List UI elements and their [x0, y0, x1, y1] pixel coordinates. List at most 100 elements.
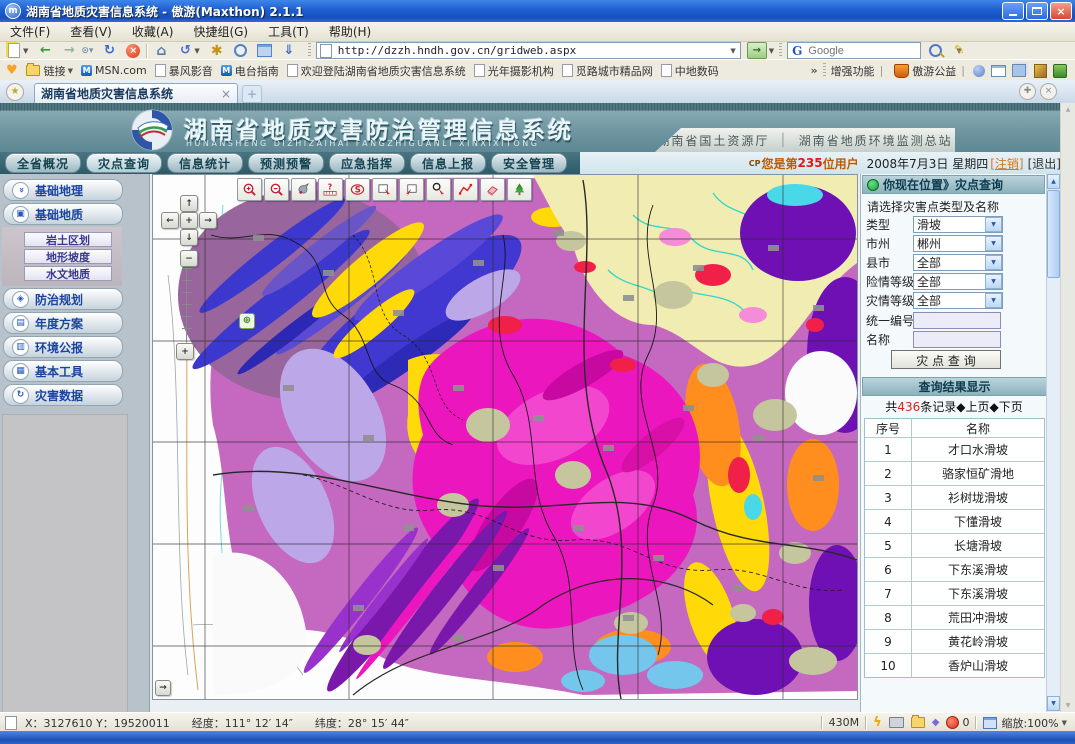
enhance-features-link[interactable]: 增强功能	[831, 63, 875, 79]
forward-icon[interactable]: →	[60, 43, 78, 58]
link-item[interactable]: 欢迎登陆湖南省地质灾害信息系统	[301, 63, 466, 79]
boost-lightning-icon[interactable]: ϟ	[873, 715, 882, 730]
sidebar-item-annual-plan[interactable]: ▤年度方案	[3, 312, 123, 334]
eraser-button[interactable]	[480, 178, 505, 201]
zoom-slider-track[interactable]	[182, 268, 192, 340]
tab-close-icon[interactable]: ×	[221, 87, 231, 101]
name-input[interactable]	[913, 331, 1001, 348]
nav-tab-emergency[interactable]: 应急指挥	[329, 153, 405, 173]
new-tab-ghost-button[interactable]: +	[242, 85, 262, 103]
menu-tools[interactable]: 工具(T)	[258, 21, 319, 42]
undo-dropdown-icon[interactable]: ▼	[194, 47, 199, 55]
zoom-box-button[interactable]	[426, 178, 451, 201]
scroll-up-button[interactable]: ▲	[1047, 174, 1060, 189]
tab-active[interactable]: 湖南省地质灾害信息系统 ×	[34, 83, 238, 104]
zoom-dropdown-icon[interactable]: ▼	[1062, 719, 1067, 727]
result-row[interactable]: 2骆家恒矿滑地	[865, 461, 1044, 485]
nav-tab-statistics[interactable]: 信息统计	[167, 153, 243, 173]
magic-wand-icon[interactable]: ✱	[208, 43, 226, 58]
pan-left-button[interactable]: ←	[161, 212, 179, 229]
favorites-star-button[interactable]: ★	[6, 83, 24, 101]
go-dropdown-icon[interactable]: ▼	[769, 47, 774, 55]
restore-button[interactable]	[1026, 2, 1048, 20]
plugin-icon[interactable]	[1053, 64, 1067, 78]
land-resources-link[interactable]: 湖南省国土资源厅	[657, 132, 769, 149]
result-row[interactable]: 9黄花岭滑坡	[865, 629, 1044, 653]
undo-icon[interactable]: ↺	[176, 43, 194, 58]
sidebar-item-environment-bulletin[interactable]: ▥环境公报	[3, 336, 123, 358]
menu-groups[interactable]: 快捷组(G)	[183, 21, 258, 42]
nav-tab-report[interactable]: 信息上报	[410, 153, 486, 173]
folder-icon[interactable]	[911, 717, 925, 728]
new-tab-icon[interactable]	[5, 43, 23, 58]
result-row[interactable]: 10香炉山滑坡	[865, 653, 1044, 677]
pan-right-button[interactable]: →	[199, 212, 217, 229]
menu-view[interactable]: 查看(V)	[60, 21, 122, 42]
popup-blocker-icon[interactable]	[946, 716, 959, 729]
go-button[interactable]: →	[747, 42, 767, 59]
zoom-slider-minus-button[interactable]: −	[180, 250, 198, 267]
links-overflow-icon[interactable]: »	[810, 64, 817, 77]
deselect-rect-button[interactable]	[399, 178, 424, 201]
next-page-link[interactable]: ◆下页	[989, 398, 1022, 415]
menu-favorites[interactable]: 收藏(A)	[122, 21, 184, 42]
groups-icon[interactable]	[256, 43, 274, 58]
type-select[interactable]: 滑坡▼	[913, 216, 1003, 233]
export-image-button[interactable]	[507, 178, 532, 201]
chevron-down-icon[interactable]: ▼	[985, 293, 1002, 308]
nav-tab-security[interactable]: 安全管理	[491, 153, 567, 173]
link-item[interactable]: 暴风影音	[169, 63, 213, 79]
chevron-down-icon[interactable]: ▼	[985, 217, 1002, 232]
scale-button[interactable]: S	[345, 178, 370, 201]
printer-icon[interactable]	[889, 717, 904, 728]
history-dropdown-icon[interactable]: ⊙▾	[78, 43, 96, 58]
chevron-down-icon[interactable]: ▼	[985, 236, 1002, 251]
search-icon[interactable]	[929, 44, 942, 57]
scrollbar-thumb[interactable]	[1047, 190, 1060, 278]
user-icon[interactable]	[973, 65, 985, 77]
sidebar-item-disaster-data[interactable]: ↻灾害数据	[3, 384, 123, 406]
nav-tab-forecast[interactable]: 预测预警	[248, 153, 324, 173]
sidebar-subitem-hydrogeology[interactable]: 水文地质	[24, 266, 112, 281]
chevron-down-icon[interactable]: ▼	[985, 255, 1002, 270]
result-row[interactable]: 6下东溪滑坡	[865, 557, 1044, 581]
zoom-level[interactable]: 缩放:100%	[1001, 715, 1058, 731]
charity-link[interactable]: 傲游公益	[912, 63, 956, 79]
sidebar-item-base-geography[interactable]: »基础地理	[3, 179, 123, 201]
address-dropdown-icon[interactable]: ▼	[726, 47, 739, 55]
chevron-down-icon[interactable]: ▼	[985, 274, 1002, 289]
danger-level-select[interactable]: 全部▼	[913, 273, 1003, 290]
close-button[interactable]: ×	[1050, 2, 1072, 20]
sidebar-item-basic-tools[interactable]: ▦基本工具	[3, 360, 123, 382]
home-icon[interactable]: ⌂	[152, 43, 170, 58]
sidebar-item-prevention-planning[interactable]: ◈防治规划	[3, 288, 123, 310]
stop-icon[interactable]: ×	[124, 43, 142, 58]
result-row[interactable]: 1才口水滑坡	[865, 437, 1044, 461]
sidebar-subitem-rock-zoning[interactable]: 岩土区划	[24, 232, 112, 247]
result-row[interactable]: 5长塘滑坡	[865, 533, 1044, 557]
pan-center-button[interactable]: +	[180, 212, 198, 229]
logout-link[interactable]: [注销]	[990, 155, 1023, 172]
link-item[interactable]: 电台指南	[235, 63, 279, 79]
result-row[interactable]: 4下懂滑坡	[865, 509, 1044, 533]
map-viewport[interactable]: ? S ↑ ← + → ↓ − + → ⊕	[152, 174, 858, 700]
address-input[interactable]	[336, 43, 727, 58]
history-clock-icon[interactable]	[232, 43, 250, 58]
geo-monitor-link[interactable]: 湖南省地质环境监测总站	[799, 132, 953, 149]
select-rect-button[interactable]	[372, 178, 397, 201]
tab-tools-button[interactable]: ✚	[1019, 83, 1036, 100]
county-select[interactable]: 全部▼	[913, 254, 1003, 271]
popup-window-icon[interactable]	[991, 65, 1006, 77]
new-tab-dropdown-icon[interactable]: ▼	[23, 47, 28, 55]
link-item[interactable]: 中地数码	[675, 63, 719, 79]
favorites-heart-icon[interactable]: ♥	[6, 63, 18, 78]
page-scrollbar[interactable]: ▲ ▼	[1046, 174, 1060, 712]
menu-help[interactable]: 帮助(H)	[319, 21, 381, 42]
edge-scroll-down-icon[interactable]: ▼	[1061, 702, 1075, 709]
back-icon[interactable]: ←	[36, 43, 54, 58]
nav-tab-disaster-query[interactable]: 灾点查询	[86, 153, 162, 173]
edge-scroll-up-icon[interactable]: ▲	[1061, 106, 1075, 113]
draw-line-button[interactable]	[453, 178, 478, 201]
disaster-level-select[interactable]: 全部▼	[913, 292, 1003, 309]
link-item[interactable]: 光年摄影机构	[488, 63, 554, 79]
